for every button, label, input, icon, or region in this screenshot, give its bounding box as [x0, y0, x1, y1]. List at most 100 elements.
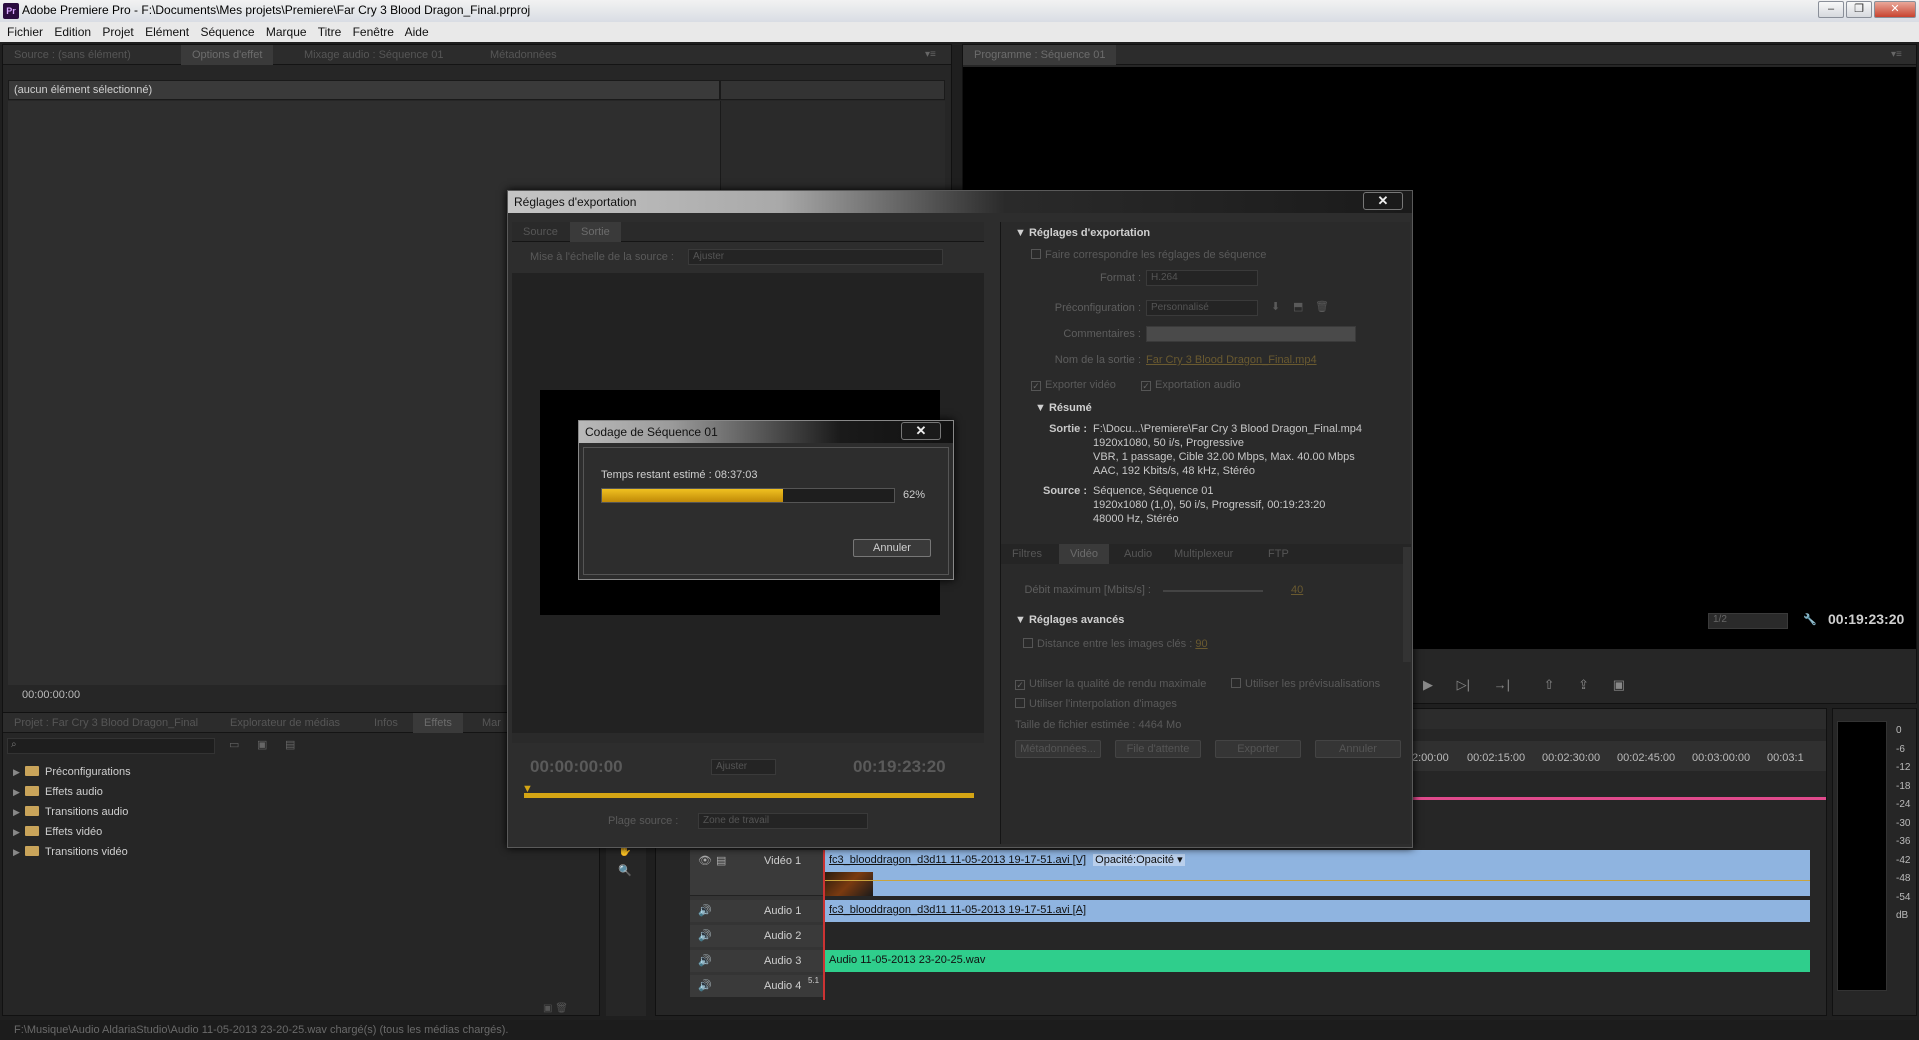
- summary-header[interactable]: ▼ Résumé: [1035, 402, 1092, 414]
- menu-edition[interactable]: Edition: [54, 25, 91, 39]
- save-preset-icon[interactable]: ⬇: [1271, 300, 1280, 313]
- preset-select[interactable]: Personnalisé: [1146, 300, 1258, 316]
- zoom-select[interactable]: 1/2: [1708, 613, 1788, 629]
- playhead[interactable]: [823, 850, 825, 1000]
- export-tc-end[interactable]: 00:19:23:20: [853, 757, 946, 777]
- clip-audio1[interactable]: fc3_blooddragon_d3d11 11-05-2013 19-17-5…: [825, 900, 1810, 922]
- speaker-icon[interactable]: 🔊: [698, 929, 712, 942]
- preview-hscrollbar[interactable]: [512, 733, 984, 743]
- play-icon[interactable]: ▶: [1423, 677, 1433, 692]
- queue-button[interactable]: File d'attente: [1115, 740, 1201, 758]
- menu-projet[interactable]: Projet: [102, 25, 133, 39]
- tree-item-video-transitions[interactable]: ▶ Transitions vidéo: [13, 843, 128, 861]
- export-frame-icon[interactable]: ▣: [1613, 677, 1625, 692]
- tab-multiplexer[interactable]: Multiplexeur: [1163, 544, 1244, 564]
- tab-metadata[interactable]: Métadonnées: [479, 45, 568, 65]
- track-header-audio4[interactable]: 🔊 Audio 4 5.1: [690, 975, 825, 997]
- export-work-area-bar[interactable]: [524, 793, 974, 798]
- program-panel-menu-icon[interactable]: ▾≡: [1891, 49, 1905, 60]
- track-header-audio2[interactable]: 🔊 Audio 2: [690, 925, 825, 947]
- track-header-audio3[interactable]: 🔊 Audio 3: [690, 950, 825, 972]
- menu-sequence[interactable]: Séquence: [200, 25, 254, 39]
- tree-item-audio-transitions[interactable]: ▶ Transitions audio: [13, 803, 128, 821]
- comments-input[interactable]: [1146, 326, 1356, 342]
- export-settings-header[interactable]: ▼ Réglages d'exportation: [1015, 227, 1150, 239]
- tab-markers[interactable]: Mar: [471, 713, 512, 733]
- clip-audio3[interactable]: Audio 11-05-2013 23-20-25.wav: [825, 950, 1810, 972]
- tab-info[interactable]: Infos: [363, 713, 409, 733]
- go-to-out-icon[interactable]: →|: [1494, 677, 1510, 692]
- speaker-icon[interactable]: 🔊: [698, 954, 712, 967]
- export-button[interactable]: Exporter: [1215, 740, 1301, 758]
- work-area-bar[interactable]: [1406, 797, 1826, 800]
- track-header-audio1[interactable]: 🔊 Audio 1: [690, 900, 825, 922]
- fit-select[interactable]: Ajuster: [711, 759, 776, 775]
- format-select[interactable]: H.264: [1146, 270, 1258, 286]
- max-bitrate-value[interactable]: 40: [1291, 584, 1303, 596]
- speaker-icon[interactable]: 🔊: [698, 904, 712, 917]
- tab-media-browser[interactable]: Explorateur de médias: [219, 713, 351, 733]
- menu-element[interactable]: Elément: [145, 25, 189, 39]
- 32bit-effects-icon[interactable]: ▣: [257, 738, 267, 751]
- settings-scrollbar[interactable]: [1403, 547, 1411, 662]
- range-select[interactable]: Zone de travail: [698, 813, 868, 829]
- export-audio-checkbox[interactable]: ✓ Exportation audio: [1141, 379, 1241, 391]
- lift-icon[interactable]: ⇧: [1544, 677, 1555, 692]
- clip-video1-thumbnail-strip[interactable]: [825, 872, 1810, 896]
- tab-export-output[interactable]: Sortie: [570, 222, 621, 242]
- program-timecode[interactable]: 00:19:23:20: [1828, 611, 1904, 627]
- opacity-dropdown[interactable]: Opacité:Opacité ▾: [1093, 854, 1185, 866]
- tab-ftp[interactable]: FTP: [1257, 544, 1300, 564]
- tab-effects[interactable]: Effets: [413, 713, 463, 733]
- scale-select[interactable]: Ajuster: [688, 249, 943, 265]
- frame-interp-checkbox[interactable]: Utiliser l'interpolation d'images: [1015, 698, 1177, 710]
- close-window-button[interactable]: ✕: [1874, 1, 1916, 18]
- tree-item-audio-effects[interactable]: ▶ Effets audio: [13, 783, 103, 801]
- menu-titre[interactable]: Titre: [318, 25, 342, 39]
- export-tc-start[interactable]: 00:00:00:00: [530, 757, 623, 777]
- clip-video1[interactable]: fc3_blooddragon_d3d11 11-05-2013 19-17-5…: [825, 850, 1810, 872]
- wrench-icon[interactable]: 🔧: [1803, 613, 1817, 626]
- menu-fichier[interactable]: Fichier: [7, 25, 43, 39]
- tree-item-video-effects[interactable]: ▶ Effets vidéo: [13, 823, 102, 841]
- lock-icon[interactable]: ▤: [716, 854, 726, 867]
- zoom-tool-icon[interactable]: 🔍: [618, 864, 632, 877]
- minimize-button[interactable]: –: [1818, 1, 1844, 18]
- export-cancel-button[interactable]: Annuler: [1315, 740, 1401, 758]
- max-bitrate-slider[interactable]: [1163, 590, 1263, 592]
- tree-item-presets[interactable]: ▶ Préconfigurations: [13, 763, 131, 781]
- menu-aide[interactable]: Aide: [405, 25, 429, 39]
- yuv-effects-icon[interactable]: ▤: [285, 738, 295, 751]
- tab-filters[interactable]: Filtres: [1001, 544, 1053, 564]
- effects-search-input[interactable]: ⌕: [7, 738, 215, 754]
- new-bin-icon[interactable]: ▣ 🗑: [543, 1003, 568, 1014]
- use-previews-checkbox[interactable]: Utiliser les prévisualisations: [1231, 678, 1380, 690]
- max-render-quality-checkbox[interactable]: ✓ Utiliser la qualité de rendu maximale: [1015, 678, 1206, 690]
- menu-marque[interactable]: Marque: [266, 25, 307, 39]
- keyframe-distance-checkbox[interactable]: Distance entre les images clés : 90: [1023, 638, 1208, 650]
- tab-video[interactable]: Vidéo: [1059, 544, 1109, 564]
- step-forward-icon[interactable]: ▷|: [1457, 677, 1470, 692]
- tab-effect-options[interactable]: Options d'effet: [181, 45, 274, 65]
- maximize-button[interactable]: ❐: [1846, 1, 1872, 18]
- extract-icon[interactable]: ⇪: [1578, 677, 1589, 692]
- export-dialog-close-button[interactable]: ✕: [1363, 192, 1403, 210]
- panel-menu-icon[interactable]: ▾≡: [925, 49, 939, 60]
- encoding-cancel-button[interactable]: Annuler: [853, 539, 931, 557]
- speaker-icon[interactable]: 🔊: [698, 979, 712, 992]
- tab-project[interactable]: Projet : Far Cry 3 Blood Dragon_Final: [3, 713, 209, 733]
- track-header-video1[interactable]: 👁 ▤ Vidéo 1: [690, 850, 825, 896]
- import-preset-icon[interactable]: ⬒: [1293, 300, 1303, 313]
- match-sequence-checkbox[interactable]: Faire correspondre les réglages de séque…: [1031, 249, 1266, 261]
- menu-fenetre[interactable]: Fenêtre: [353, 25, 394, 39]
- tab-audio-mixer[interactable]: Mixage audio : Séquence 01: [293, 45, 454, 65]
- eye-icon[interactable]: 👁: [698, 854, 712, 867]
- encoding-dialog-close-button[interactable]: ✕: [901, 422, 941, 440]
- tab-export-source[interactable]: Source: [512, 222, 569, 242]
- tab-program[interactable]: Programme : Séquence 01: [963, 45, 1117, 65]
- export-video-checkbox[interactable]: ✓ Exporter vidéo: [1031, 379, 1116, 391]
- tab-source[interactable]: Source : (sans élément): [3, 45, 142, 65]
- output-name-link[interactable]: Far Cry 3 Blood Dragon_Final.mp4: [1146, 354, 1317, 366]
- current-time-marker-icon[interactable]: ▼: [522, 783, 533, 795]
- metadata-button[interactable]: Métadonnées...: [1015, 740, 1101, 758]
